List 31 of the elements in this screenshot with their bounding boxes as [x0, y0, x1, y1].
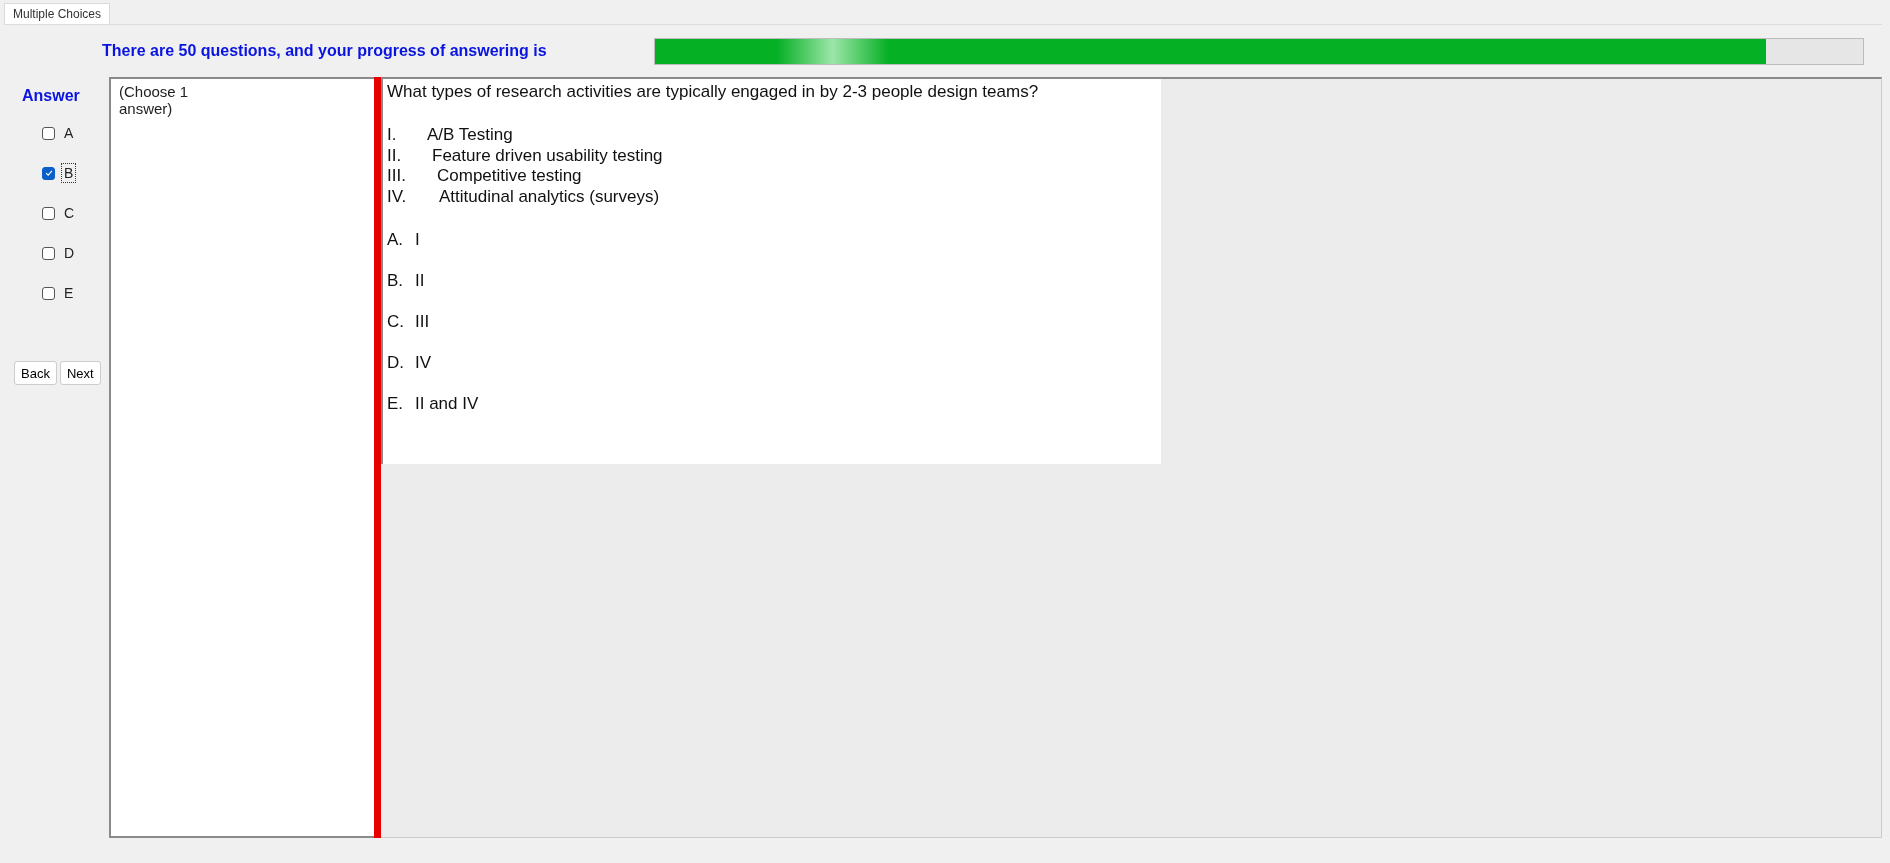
- question-text: What types of research activities are typically engaged in by 2-3 people design teams?: [387, 82, 1040, 102]
- option-text: IV: [415, 353, 432, 373]
- answer-checkbox[interactable]: B: [42, 153, 77, 193]
- statement-text: Feature driven usability testing: [432, 145, 663, 166]
- option-text: II: [415, 271, 425, 291]
- answer-checkbox[interactable]: D: [42, 233, 78, 273]
- option-text: I: [415, 230, 420, 250]
- statement-text: Competitive testing: [437, 166, 582, 187]
- option-letter: B.: [387, 271, 405, 291]
- answer-heading: Answer: [22, 87, 80, 105]
- option-text: III: [415, 312, 430, 332]
- answer-checkbox[interactable]: C: [42, 193, 78, 233]
- back-button[interactable]: Back: [14, 361, 57, 385]
- statement-text: A/B Testing: [427, 125, 513, 146]
- option-letter: C.: [387, 312, 405, 332]
- option-letter: E.: [387, 394, 405, 414]
- answer-checkbox[interactable]: E: [42, 273, 77, 313]
- instruction-text: answer): [119, 100, 174, 117]
- progress-label: There are 50 questions, and your progress of answering is: [102, 42, 548, 60]
- next-button[interactable]: Next: [59, 361, 101, 385]
- option-letter: A.: [387, 230, 405, 250]
- statement-numeral: I.: [387, 125, 398, 146]
- statement-numeral: III.: [387, 166, 407, 187]
- option-letter: D.: [387, 353, 405, 373]
- statement-text: Attitudinal analytics (surveys): [439, 186, 660, 207]
- tab[interactable]: Multiple Choices: [4, 3, 111, 24]
- option-text: II and IV: [415, 394, 479, 414]
- answer-checkbox[interactable]: A: [42, 113, 77, 153]
- instruction-text: (Choose 1: [119, 83, 190, 100]
- statement-numeral: II.: [387, 145, 403, 166]
- statement-numeral: IV.: [387, 186, 408, 207]
